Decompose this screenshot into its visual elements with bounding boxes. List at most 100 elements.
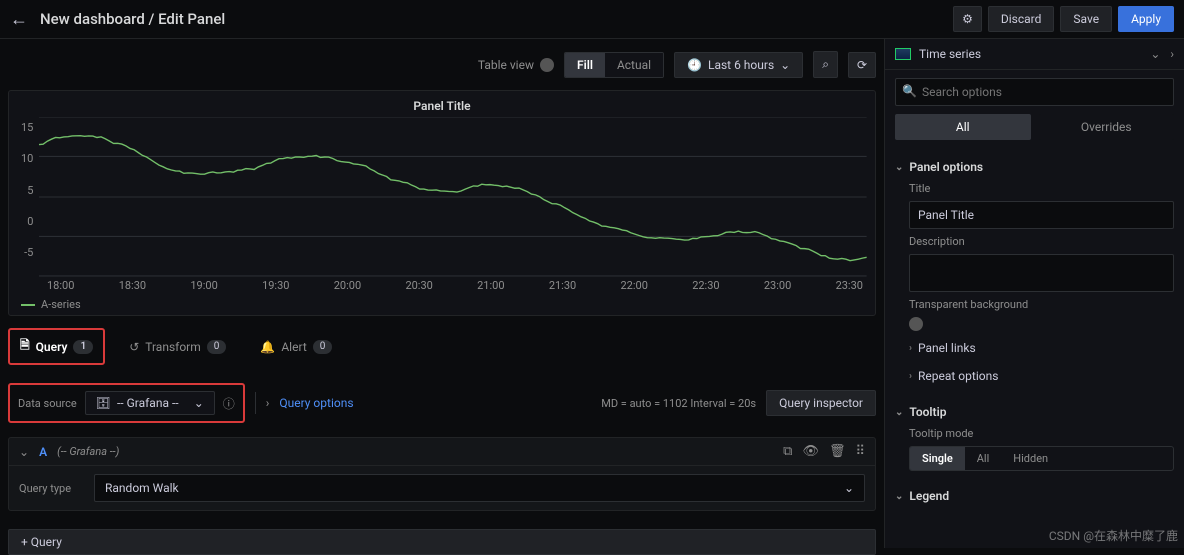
toggle-dot-icon [540, 58, 554, 72]
add-query-button[interactable]: + Query [8, 529, 876, 555]
x-tick: 21:30 [549, 279, 576, 292]
transform-tab-icon: ↺ [129, 340, 139, 354]
datasource-label: Data source [18, 397, 77, 410]
zoom-out-button[interactable]: ⌕ [813, 51, 838, 78]
query-type-select[interactable]: Random Walk ⌄ [94, 474, 865, 502]
x-axis: 18:0018:3019:0019:3020:0020:3021:0021:30… [17, 277, 867, 292]
query-tab-icon: 🗎 [20, 336, 30, 357]
chevron-down-icon [895, 407, 903, 418]
alert-count-badge: 0 [313, 340, 333, 354]
duplicate-query-icon[interactable]: ⧉ [783, 444, 792, 459]
tooltip-mode-label: Tooltip mode [909, 427, 1174, 440]
actual-option[interactable]: Actual [605, 53, 663, 77]
md-info: MD = auto = 1102 Interval = 20s [601, 397, 756, 410]
chevron-down-icon: ⌄ [844, 481, 854, 495]
section-panel-options[interactable]: Panel options [895, 154, 1174, 180]
x-tick: 18:30 [119, 279, 146, 292]
datasource-select[interactable]: 🗄 -- Grafana -- ⌄ [85, 391, 215, 415]
gear-icon: ⚙ [962, 12, 973, 26]
clock-icon: 🕘 [687, 58, 702, 72]
repeat-options-label: Repeat options [918, 369, 998, 383]
section-tooltip[interactable]: Tooltip [895, 399, 1174, 425]
y-tick: 15 [21, 121, 33, 134]
datasource-group: Data source 🗄 -- Grafana -- ⌄ ⓘ [8, 383, 245, 423]
x-tick: 20:00 [334, 279, 361, 292]
section-legend[interactable]: Legend [895, 483, 1174, 509]
tooltip-mode-hidden[interactable]: Hidden [1001, 447, 1060, 470]
y-axis: 151050-5 [17, 117, 39, 277]
query-inspector-button[interactable]: Query inspector [766, 390, 876, 416]
options-sidebar: Time series ⌄ › 🔍 All Overrides [884, 39, 1184, 548]
transparent-toggle[interactable] [909, 317, 923, 331]
chevron-right-icon[interactable]: › [1170, 47, 1174, 61]
tab-overrides[interactable]: Overrides [1039, 114, 1175, 140]
x-tick: 18:00 [47, 279, 74, 292]
tooltip-mode-single[interactable]: Single [910, 447, 965, 470]
fill-option[interactable]: Fill [565, 53, 605, 77]
description-label: Description [909, 235, 1174, 248]
alert-tab-icon: 🔔 [260, 340, 275, 354]
chevron-right-icon[interactable]: › [266, 396, 270, 410]
query-sub: (-- Grafana --) [57, 445, 119, 458]
refresh-icon: ⟳ [857, 58, 867, 72]
chevron-down-icon: ⌄ [194, 396, 204, 410]
title-input[interactable] [909, 201, 1174, 229]
y-tick: 0 [27, 215, 33, 228]
y-tick: -5 [24, 246, 33, 259]
panel-links-label: Panel links [918, 341, 976, 355]
time-range-picker[interactable]: 🕘 Last 6 hours ⌄ [674, 52, 803, 78]
tooltip-mode-all[interactable]: All [965, 447, 1002, 470]
back-arrow-icon[interactable]: ← [10, 9, 28, 30]
datasource-help-icon[interactable]: ⓘ [223, 395, 235, 412]
fit-segmented: Fill Actual [564, 52, 664, 78]
section-legend-label: Legend [909, 489, 949, 503]
tab-query-label: Query [36, 340, 68, 354]
settings-button[interactable]: ⚙ [953, 6, 982, 32]
tab-query[interactable]: 🗎 Query 1 [8, 328, 105, 365]
chevron-down-icon[interactable]: ⌄ [19, 445, 29, 459]
chart-panel: Panel Title 151050-5 [8, 90, 876, 316]
chevron-right-icon [909, 371, 912, 382]
tab-alert-label: Alert [281, 340, 306, 354]
search-options-input[interactable] [895, 78, 1174, 106]
drag-handle-icon[interactable]: ⠿ [855, 444, 865, 459]
apply-button[interactable]: Apply [1118, 6, 1174, 32]
delete-query-icon[interactable]: 🗑 [829, 444, 846, 459]
x-tick: 23:30 [836, 279, 863, 292]
chart-toolbar: Table view Fill Actual 🕘 Last 6 hours ⌄ … [8, 47, 876, 82]
legend-label: A-series [41, 298, 81, 311]
chart-svg [39, 117, 867, 277]
x-tick: 23:00 [764, 279, 791, 292]
chevron-down-icon[interactable]: ⌄ [1150, 47, 1160, 61]
panel-links-row[interactable]: Panel links [909, 337, 1174, 359]
query-count-badge: 1 [73, 340, 93, 354]
x-tick: 20:30 [405, 279, 432, 292]
datasource-row: Data source 🗄 -- Grafana -- ⌄ ⓘ › Query … [8, 377, 876, 429]
datasource-selected: -- Grafana -- [117, 396, 179, 410]
legend: A-series [17, 292, 867, 311]
tab-transform[interactable]: ↺ Transform 0 [119, 334, 236, 360]
toggle-query-icon[interactable]: 👁 [802, 444, 819, 459]
chevron-down-icon [895, 162, 903, 173]
y-tick: 10 [21, 152, 33, 165]
save-button[interactable]: Save [1060, 6, 1112, 32]
discard-button[interactable]: Discard [988, 6, 1055, 32]
description-input[interactable] [909, 254, 1174, 292]
chevron-right-icon [909, 343, 912, 354]
zoom-out-icon: ⌕ [822, 57, 829, 72]
tab-all[interactable]: All [895, 114, 1031, 140]
x-tick: 22:30 [692, 279, 719, 292]
table-view-label: Table view [478, 58, 534, 72]
header: ← New dashboard / Edit Panel ⚙ Discard S… [0, 0, 1184, 39]
x-tick: 22:00 [621, 279, 648, 292]
table-view-toggle[interactable]: Table view [478, 58, 554, 72]
tab-transform-label: Transform [145, 340, 201, 354]
visualization-picker[interactable]: Time series [895, 47, 981, 61]
query-tabs: 🗎 Query 1 ↺ Transform 0 🔔 Alert 0 [8, 324, 876, 369]
refresh-button[interactable]: ⟳ [848, 52, 876, 78]
transparent-label: Transparent background [909, 298, 1174, 311]
query-options-link[interactable]: Query options [279, 396, 353, 410]
plot-area[interactable] [39, 117, 867, 277]
tab-alert[interactable]: 🔔 Alert 0 [250, 334, 342, 360]
repeat-options-row[interactable]: Repeat options [909, 365, 1174, 387]
